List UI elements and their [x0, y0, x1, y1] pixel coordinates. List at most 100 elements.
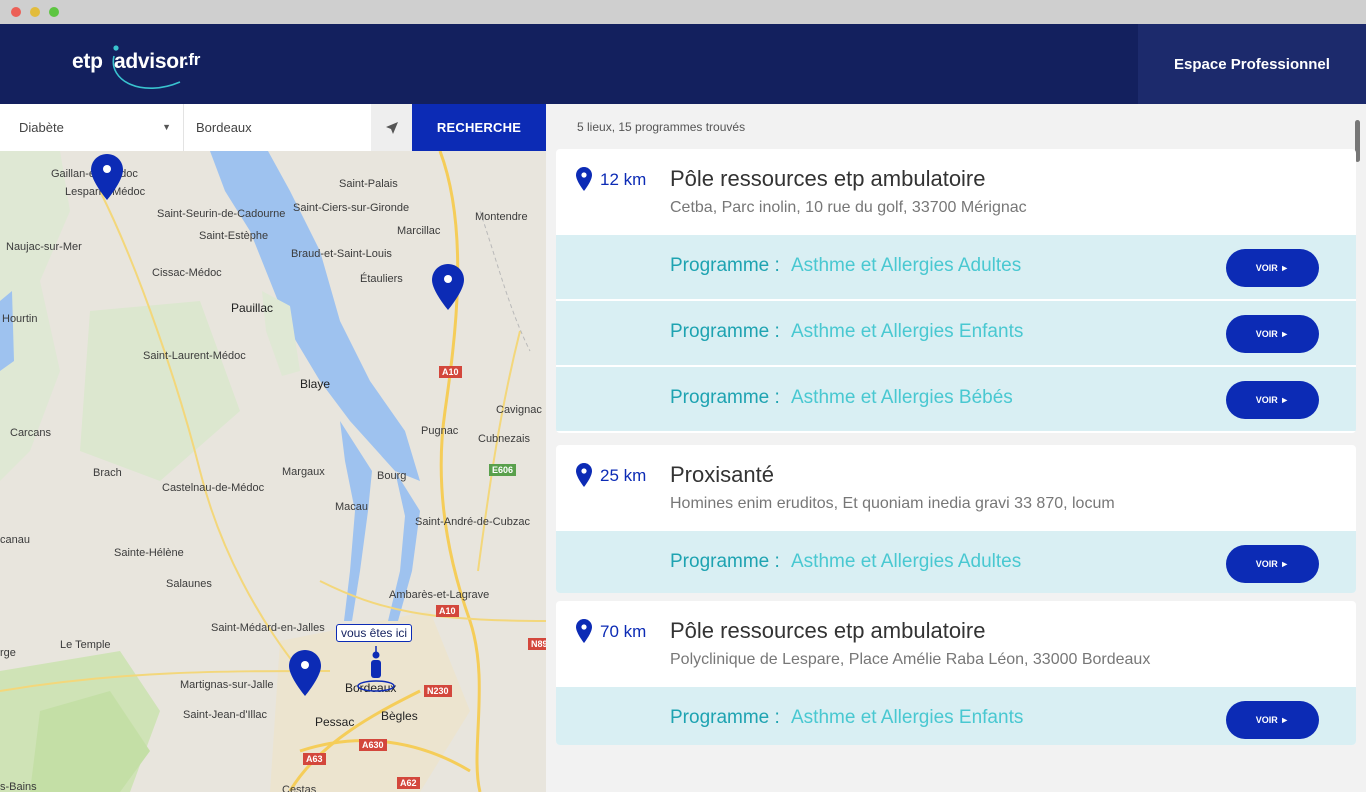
program-row: Programme : Asthme et Allergies Adultes …	[556, 529, 1356, 593]
map-place-label: Margaux	[282, 466, 325, 478]
location-pin-icon	[576, 463, 592, 487]
road-tag: A10	[439, 366, 462, 378]
map-place-label: Saint-Estèphe	[199, 230, 269, 242]
program-prefix: Programme :	[670, 321, 780, 342]
map-place-label: Étauliers	[360, 273, 403, 285]
voir-label: VOIR	[1255, 559, 1278, 569]
road-tag: A62	[397, 777, 420, 789]
site-header: etp advisor .fr Espace Professionnel	[0, 24, 1366, 104]
map-place-label: Salaunes	[166, 578, 212, 590]
map-place-label: Castelnau-de-Médoc	[162, 482, 265, 494]
map-place-label: Le Temple	[60, 639, 111, 651]
caret-down-icon: ▼	[162, 122, 171, 132]
program-name: Asthme et Allergies Bébés	[791, 387, 1013, 408]
program-name: Asthme et Allergies Enfants	[791, 707, 1024, 728]
map-place-label: Saint-Palais	[339, 178, 398, 190]
map-marker-icon[interactable]	[432, 264, 464, 310]
location-arrow-icon	[385, 121, 398, 134]
map-place-label: Brach	[93, 467, 122, 479]
program-name: Asthme et Allergies Adultes	[791, 551, 1022, 572]
search-bar: Diabète ▼ Bordeaux RECHERCHE	[0, 104, 546, 151]
program-prefix: Programme :	[670, 255, 780, 276]
road-tag: A63	[303, 753, 326, 765]
map-place-label: Saint-Seurin-de-Cadourne	[157, 208, 286, 220]
play-arrow-icon: ►	[1280, 395, 1290, 405]
window-minimize-button[interactable]	[30, 7, 40, 17]
voir-button[interactable]: VOIR ►	[1226, 701, 1319, 739]
city-input[interactable]: Bordeaux	[185, 104, 370, 151]
program-name: Asthme et Allergies Enfants	[791, 321, 1024, 342]
place-address: Homines enim eruditos, Et quoniam inedia…	[670, 495, 1115, 512]
logo-fr: .fr	[184, 50, 201, 69]
place-title: Pôle ressources etp ambulatoire	[670, 166, 986, 191]
program-prefix: Programme :	[670, 707, 780, 728]
you-are-here-label: vous êtes ici	[336, 624, 413, 642]
road-tag: E606	[489, 464, 517, 476]
play-arrow-icon: ►	[1280, 263, 1290, 273]
window-titlebar	[0, 0, 1366, 24]
voir-button[interactable]: VOIR ►	[1226, 381, 1319, 419]
map-place-label: Pugnac	[421, 425, 459, 437]
map-place-label: Braud-et-Saint-Louis	[291, 248, 392, 260]
map-place-label: Cestas	[282, 784, 317, 792]
map-place-label: Bourg	[377, 470, 407, 482]
map-marker-icon[interactable]	[289, 650, 321, 696]
place-title: Pôle ressources etp ambulatoire	[670, 618, 986, 643]
program-row: Programme : Asthme et Allergies Enfants …	[556, 685, 1356, 745]
map-place-label: Hourtin	[2, 313, 38, 325]
map-place-label: Cavignac	[496, 404, 542, 416]
road-tag: N230	[424, 685, 452, 697]
window-maximize-button[interactable]	[49, 7, 59, 17]
voir-label: VOIR	[1255, 395, 1278, 405]
play-arrow-icon: ►	[1280, 715, 1290, 725]
voir-label: VOIR	[1255, 715, 1278, 725]
program-row: Programme : Asthme et Allergies Bébés VO…	[556, 365, 1356, 431]
place-address: Cetba, Parc inolin, 10 rue du golf, 3370…	[670, 199, 1027, 216]
result-card-header[interactable]: 70 km Pôle ressources etp ambulatoire Po…	[556, 601, 1356, 685]
location-pin-icon	[576, 167, 592, 191]
result-card: 12 km Pôle ressources etp ambulatoire Ce…	[556, 149, 1356, 433]
map[interactable]: Gaillan-en-Médoc Lesparre-Médoc Saint-Se…	[0, 151, 546, 792]
result-card: 25 km Proxisanté Homines enim eruditos, …	[556, 445, 1356, 593]
map-place-label: canau	[0, 534, 30, 546]
voir-label: VOIR	[1255, 263, 1278, 273]
map-marker-icon[interactable]	[91, 154, 123, 200]
map-place-label: Bègles	[381, 709, 418, 723]
road-tag: A630	[359, 739, 387, 751]
map-place-label: Naujac-sur-Mer	[6, 241, 82, 253]
map-place-label: rge	[0, 647, 16, 659]
search-button[interactable]: RECHERCHE	[412, 104, 546, 151]
play-arrow-icon: ►	[1280, 559, 1290, 569]
map-place-label: s-Bains	[0, 781, 37, 792]
map-place-label: Saint-Laurent-Médoc	[143, 350, 246, 362]
disease-select[interactable]: Diabète ▼	[0, 104, 184, 151]
results-panel: 5 lieux, 15 programmes trouvés 12 km Pôl…	[546, 104, 1366, 792]
place-title: Proxisanté	[670, 462, 774, 487]
map-place-label: Saint-Médard-en-Jalles	[211, 622, 325, 634]
program-prefix: Programme :	[670, 551, 780, 572]
window-close-button[interactable]	[11, 7, 21, 17]
distance-label: 70 km	[600, 622, 647, 641]
voir-button[interactable]: VOIR ►	[1226, 249, 1319, 287]
results-summary: 5 lieux, 15 programmes trouvés	[577, 120, 746, 134]
result-card: 70 km Pôle ressources etp ambulatoire Po…	[556, 601, 1356, 745]
map-place-label: Saint-Ciers-sur-Gironde	[293, 202, 410, 214]
play-arrow-icon: ►	[1280, 329, 1290, 339]
location-pin-icon	[576, 619, 592, 643]
map-place-label: Martignas-sur-Jalle	[180, 679, 274, 691]
espace-professionnel-button[interactable]: Espace Professionnel	[1138, 24, 1366, 104]
map-place-label: Ambarès-et-Lagrave	[389, 589, 490, 601]
map-place-label: Cubnezais	[478, 433, 530, 445]
map-place-label: Macau	[335, 501, 369, 513]
logo-etp: etp	[72, 50, 103, 73]
road-tag: N89	[528, 638, 546, 650]
map-place-label: Pauillac	[231, 301, 274, 315]
geolocate-button[interactable]	[371, 104, 412, 151]
program-row: Programme : Asthme et Allergies Enfants …	[556, 299, 1356, 365]
voir-button[interactable]: VOIR ►	[1226, 545, 1319, 583]
result-card-header[interactable]: 25 km Proxisanté Homines enim eruditos, …	[556, 445, 1356, 529]
map-place-label: Marcillac	[397, 225, 441, 237]
map-place-label: Blaye	[300, 377, 331, 391]
result-card-header[interactable]: 12 km Pôle ressources etp ambulatoire Ce…	[556, 149, 1356, 233]
voir-button[interactable]: VOIR ►	[1226, 315, 1319, 353]
